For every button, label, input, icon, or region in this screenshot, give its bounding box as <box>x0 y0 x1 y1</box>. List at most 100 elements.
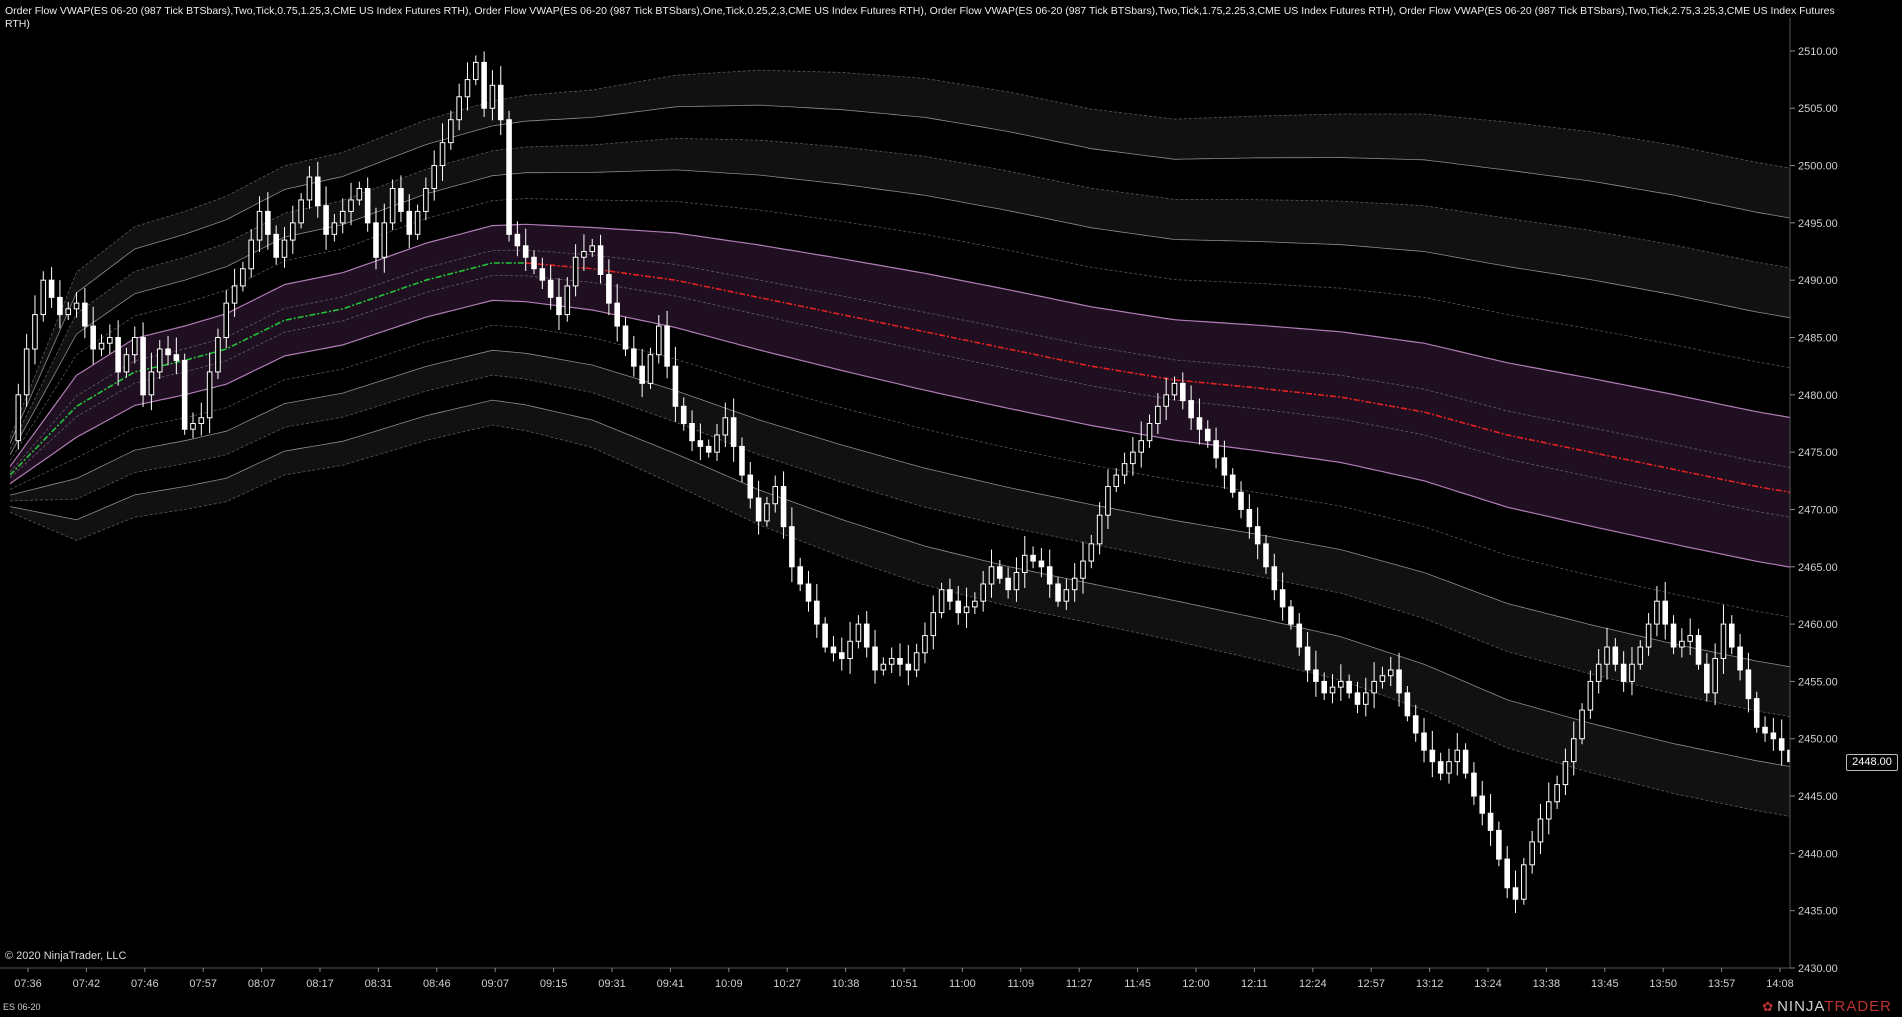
candle-body <box>847 640 853 659</box>
candle-body <box>497 84 504 121</box>
candle-body <box>464 79 471 98</box>
candle-body <box>273 233 279 258</box>
candle-body <box>1620 663 1627 682</box>
candle-body <box>98 342 105 350</box>
candle-body <box>1429 749 1436 763</box>
candle-body <box>639 365 645 384</box>
candle-body <box>90 325 96 350</box>
candle-body <box>373 222 379 258</box>
candle-body <box>789 526 795 568</box>
x-tick-label: 08:17 <box>306 978 334 990</box>
candle-body <box>223 302 230 339</box>
candle-body <box>1371 680 1377 694</box>
candle-body <box>1604 646 1610 665</box>
ninja-star-icon: ✿ <box>1762 999 1775 1014</box>
candle-body <box>439 142 446 167</box>
candle-body <box>1071 577 1078 591</box>
candle-body <box>1704 663 1710 694</box>
candle-body <box>631 348 637 367</box>
candle-body <box>531 256 537 270</box>
candle-body <box>423 187 429 212</box>
candle-body <box>888 657 895 665</box>
candle-body <box>65 308 72 316</box>
candle-body <box>298 199 304 224</box>
candle-body <box>1088 543 1095 562</box>
candle-body <box>156 348 163 373</box>
candle-body <box>1113 474 1120 488</box>
y-tick-label: 2495.00 <box>1798 218 1838 230</box>
candle-body <box>1021 554 1028 574</box>
candle-body <box>597 245 604 275</box>
candle-body <box>1462 749 1469 774</box>
candle-body <box>905 663 912 671</box>
candle-body <box>722 417 729 436</box>
candle-body <box>248 239 255 270</box>
candle-body <box>1496 829 1502 860</box>
candle-body <box>880 663 887 671</box>
candle-body <box>980 583 986 602</box>
x-tick-label: 12:57 <box>1357 978 1385 990</box>
candle-body <box>672 365 679 407</box>
candle-body <box>938 589 945 614</box>
candle-body <box>1728 623 1735 648</box>
candle-body <box>730 417 737 447</box>
candle-body <box>1487 812 1494 831</box>
plot-area <box>10 51 1790 913</box>
candle-body <box>1005 577 1011 591</box>
y-tick-label: 2430.00 <box>1798 963 1838 975</box>
x-tick-label: 08:31 <box>365 978 393 990</box>
candle-body <box>339 210 346 224</box>
candle-body <box>1387 669 1394 677</box>
candle-body <box>1163 394 1169 407</box>
x-tick-label: 12:11 <box>1241 978 1268 990</box>
y-tick-label: 2455.00 <box>1798 676 1838 688</box>
candle-body <box>1229 474 1236 493</box>
candle-body <box>1213 440 1219 459</box>
candle-body <box>863 623 870 648</box>
candle-body <box>1396 669 1402 694</box>
x-tick-label: 09:07 <box>481 978 509 990</box>
x-tick-label: 10:09 <box>715 978 743 990</box>
candle-body <box>1446 761 1452 774</box>
x-tick-label: 10:51 <box>890 978 918 990</box>
candle-body <box>1537 818 1544 843</box>
y-tick-label: 2470.00 <box>1798 504 1838 516</box>
candle-body <box>506 119 512 235</box>
candle-body <box>1645 623 1652 648</box>
candle-body <box>581 251 587 258</box>
y-tick-label: 2450.00 <box>1798 734 1838 746</box>
candle-body <box>431 165 437 189</box>
candle-body <box>1338 680 1344 688</box>
candle-body <box>606 273 612 304</box>
candle-body <box>1670 623 1677 648</box>
x-tick-label: 13:12 <box>1416 978 1444 990</box>
candle-body <box>1762 726 1768 734</box>
candle-body <box>556 296 562 316</box>
candle-body <box>1562 761 1569 786</box>
x-tick-label: 09:41 <box>657 978 685 990</box>
x-tick-label: 09:15 <box>540 978 568 990</box>
x-tick-label: 13:57 <box>1708 978 1736 990</box>
candle-body <box>348 199 354 212</box>
price-chart[interactable]: 2430.00 2435.00 2440.00 2445.00 2450.00 2455.… <box>0 0 1902 1017</box>
candle-body <box>1712 657 1718 694</box>
candle-body <box>1737 646 1743 671</box>
copyright-text: © 2020 NinjaTrader, LLC <box>5 950 127 962</box>
candle-body <box>364 187 371 224</box>
candle-body <box>1329 686 1336 694</box>
candle-body <box>572 256 579 287</box>
candle-body <box>1770 732 1777 740</box>
candle-body <box>814 600 820 625</box>
candle-body <box>755 497 762 522</box>
candle-body <box>1687 635 1693 642</box>
x-tick-label: 11:45 <box>1124 978 1151 990</box>
candle-body <box>1288 606 1294 625</box>
candle-body <box>1146 422 1153 442</box>
candle-body <box>1321 680 1327 694</box>
candle-body <box>381 222 388 258</box>
candle-body <box>473 61 479 81</box>
candle-body <box>1753 698 1760 728</box>
candle-body <box>406 210 413 235</box>
candle-body <box>256 210 263 241</box>
x-tick-label: 12:00 <box>1182 978 1210 990</box>
